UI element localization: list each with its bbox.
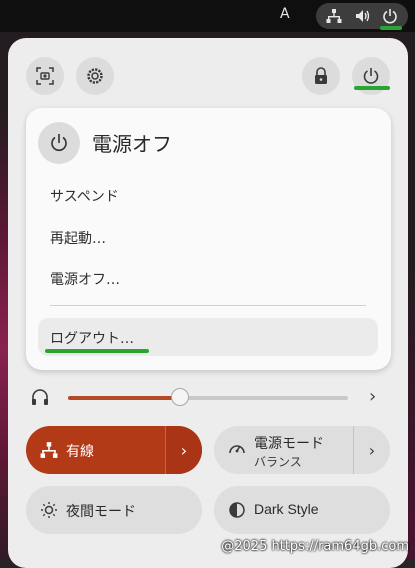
speedometer-icon <box>229 445 245 454</box>
power-off-menu: 電源オフ サスペンド 再起動… 電源オフ… ログアウト… <box>26 108 391 370</box>
network-wired-icon <box>326 9 342 23</box>
menu-item-power-off[interactable]: 電源オフ… <box>50 269 120 289</box>
menu-item-suspend[interactable]: サスペンド <box>50 186 119 206</box>
network-wired-icon <box>40 442 58 458</box>
volume-slider[interactable] <box>68 388 348 406</box>
menu-separator <box>50 305 366 306</box>
dark-style-toggle[interactable]: Dark Style <box>214 486 390 534</box>
logout-label: ログアウト… <box>50 331 134 347</box>
wired-network-toggle[interactable]: 有線 › <box>26 426 202 474</box>
annotation-underline <box>354 86 390 90</box>
dark-style-icon <box>229 502 245 518</box>
dark-style-label: Dark Style <box>254 501 319 517</box>
input-method-indicator[interactable]: A <box>280 6 290 22</box>
wired-toggle-label: 有線 <box>66 444 94 460</box>
volume-slider-fill <box>68 396 180 400</box>
settings-icon <box>87 68 103 84</box>
headphones-icon <box>32 389 48 405</box>
annotation-underline <box>45 349 149 353</box>
volume-icon <box>356 10 370 22</box>
power-icon <box>363 68 379 84</box>
power-mode-toggle[interactable]: 電源モード バランス › <box>214 426 390 474</box>
power-mode-submenu-arrow[interactable]: › <box>353 426 390 474</box>
annotation-underline <box>380 26 402 30</box>
night-light-label: 夜間モード <box>66 504 136 520</box>
top-bar: A <box>0 0 415 32</box>
volume-slider-thumb[interactable] <box>171 388 189 406</box>
night-light-icon <box>41 502 57 518</box>
power-menu-header-icon <box>38 122 80 164</box>
lock-icon <box>315 67 327 84</box>
power-menu-title: 電源オフ <box>92 132 172 156</box>
screenshot-button[interactable] <box>26 57 64 95</box>
power-icon <box>383 9 397 24</box>
chevron-right-icon[interactable]: › <box>369 386 376 407</box>
night-light-toggle[interactable]: 夜間モード <box>26 486 202 534</box>
power-icon <box>51 134 67 152</box>
settings-button[interactable] <box>76 57 114 95</box>
watermark-text: @2025 https://ram64gb.com <box>221 539 409 554</box>
lock-button[interactable] <box>302 57 340 95</box>
screenshot-icon <box>36 67 54 85</box>
power-mode-label: 電源モード <box>254 436 324 452</box>
menu-item-restart[interactable]: 再起動… <box>50 228 106 248</box>
power-mode-value: バランス <box>254 455 302 469</box>
